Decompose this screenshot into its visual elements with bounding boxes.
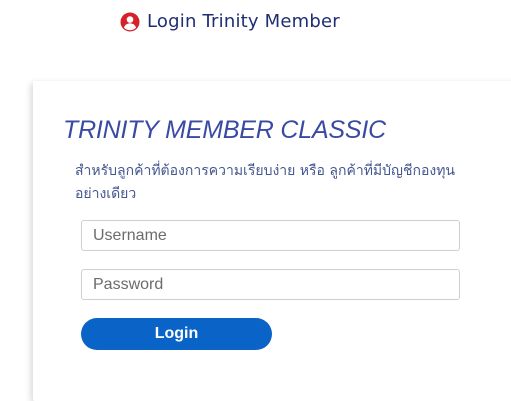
panel-description: สำหรับลูกค้าที่ต้องการความเรียบง่าย หรือ… xyxy=(75,163,455,202)
user-circle-icon xyxy=(120,12,140,32)
username-input[interactable] xyxy=(81,220,460,251)
login-trinity-member-link[interactable]: Login Trinity Member xyxy=(120,11,340,32)
login-link-label: Login Trinity Member xyxy=(147,11,340,32)
login-button[interactable]: Login xyxy=(81,318,272,350)
login-panel: TRINITY MEMBER CLASSIC สำหรับลูกค้าที่ต้… xyxy=(33,81,511,401)
panel-title: TRINITY MEMBER CLASSIC xyxy=(63,116,386,144)
password-input[interactable] xyxy=(81,269,460,300)
